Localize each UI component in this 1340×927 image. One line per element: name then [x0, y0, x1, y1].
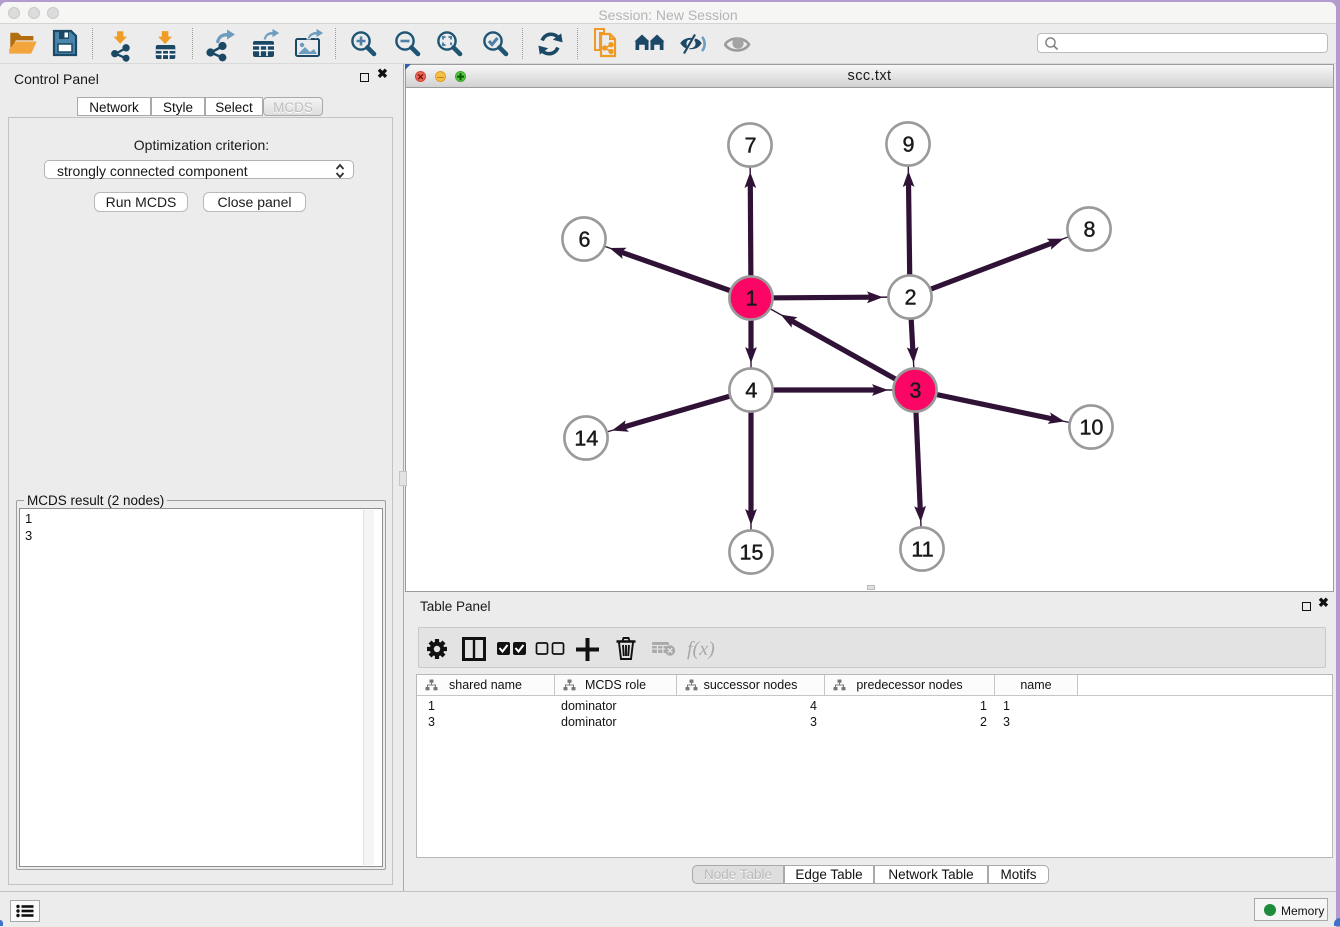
svg-text:f(x): f(x) [687, 638, 715, 660]
